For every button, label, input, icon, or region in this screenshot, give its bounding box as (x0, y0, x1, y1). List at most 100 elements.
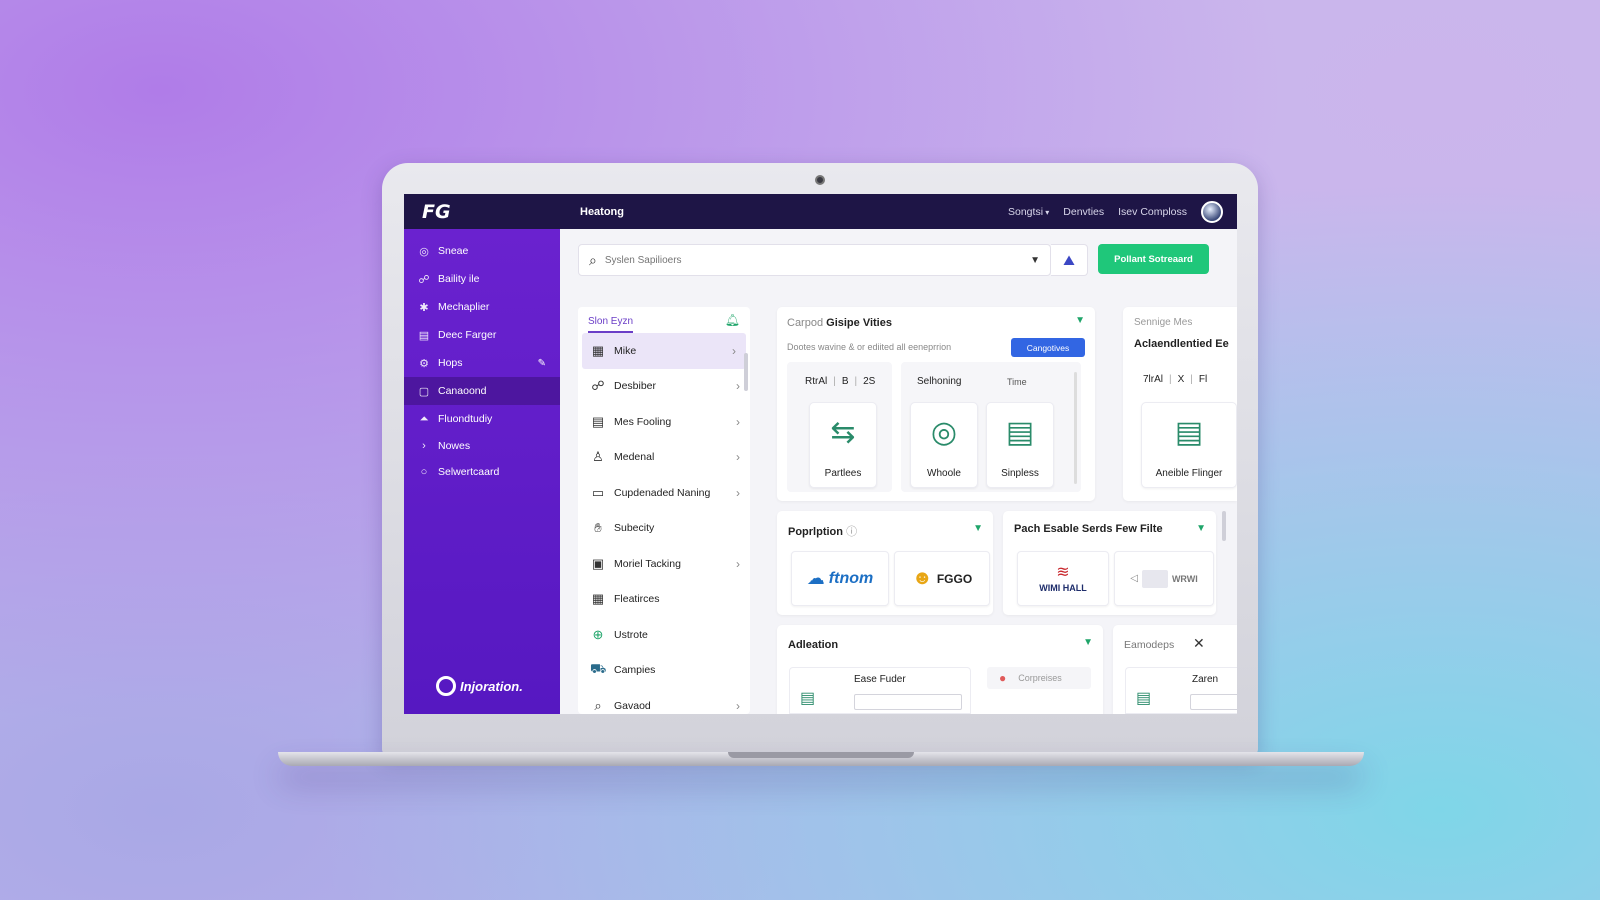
scrollbar[interactable] (744, 353, 748, 391)
list-item-label: Mike (614, 344, 637, 357)
logo-text: ftnom (828, 569, 874, 587)
text-field[interactable] (854, 694, 962, 710)
scrollbar[interactable] (1222, 511, 1226, 541)
sidebar-item[interactable]: ☍ Baility ile (404, 265, 560, 293)
laptop-notch (728, 752, 914, 758)
list-item[interactable]: ▤ Mes Fooling › (578, 404, 750, 440)
widget-tile[interactable]: ▤ Aneible Flinger (1141, 402, 1237, 488)
list-tab[interactable]: Slon Eyzn (588, 316, 634, 333)
chart-icon[interactable]: ⛰ (1051, 244, 1088, 276)
circle-icon: ○ (420, 466, 428, 478)
close-icon[interactable]: ✕ (1193, 635, 1205, 652)
card-title: Carpod Gisipe Vities (787, 317, 892, 329)
sidebar-item[interactable]: ⏶ Fluondtudiy (404, 405, 560, 433)
logo-tile[interactable]: ☻ FGGO (894, 551, 990, 606)
sidebar-item-active[interactable]: ▢ Canaoond (404, 377, 560, 405)
toolbar-text[interactable]: 2S (863, 376, 875, 387)
list-item[interactable]: ⌕ Gavaod › (578, 688, 750, 714)
laptop-base (278, 752, 1364, 766)
top-nav-link[interactable]: Denvties (1063, 206, 1104, 218)
sidebar-item-hops[interactable]: ⚙ Hops ✎ (404, 349, 560, 377)
toolbar-text[interactable]: 7lrAl (1143, 374, 1163, 385)
list-item[interactable]: ☍ Desbiber › (578, 369, 750, 405)
list-item-label: Fleatirces (614, 593, 660, 606)
logo-tile[interactable]: ◁ WRWI (1114, 551, 1214, 606)
card-title: Poprlption ⓘ (788, 523, 857, 539)
card-title-prefix: Sennige Mes (1134, 317, 1193, 328)
scrollbar[interactable] (1074, 372, 1077, 484)
asterisk-icon: ✱ (419, 301, 429, 314)
sidebar-item[interactable]: › Nowes (404, 433, 560, 459)
list-item-label: Medenal (614, 451, 655, 464)
card-title: Pach Esable Serds Few Filte (1014, 523, 1163, 535)
list-item-label: Desbiber (614, 380, 657, 393)
list-item[interactable]: ▭ Cupdenaded Naning › (578, 475, 750, 511)
chevron-down-icon[interactable]: ▼ (1075, 315, 1085, 326)
list-item[interactable]: ▣ Moriel Tacking › (578, 546, 750, 582)
monitor-icon: ▣ (591, 555, 605, 571)
list-item[interactable]: ✋︎ Subecity (578, 511, 750, 547)
search-input[interactable] (604, 254, 1023, 266)
search-bar: ⌕ ▼ (578, 244, 1051, 276)
toolbar-text[interactable]: Fl (1199, 374, 1207, 385)
users-icon: ☍ (418, 273, 430, 286)
top-nav-dropdown[interactable]: Songtsi (1008, 206, 1049, 218)
categories-button[interactable]: Cangotives (1011, 338, 1085, 357)
logo-tile[interactable]: ☁ ftnom (791, 551, 889, 606)
list-item[interactable]: ▦ Fleatirces (578, 582, 750, 618)
tile-label: Sinpless (1001, 468, 1039, 479)
field-label: Ease Fuder (854, 674, 906, 685)
logo-tile[interactable]: ≋ WIMI HALL (1017, 551, 1109, 606)
person-icon: ♙ (592, 449, 604, 465)
application-card: Adleation ▼ ▤ Ease Fuder ● Corpreises (777, 625, 1103, 714)
list-item[interactable]: ⛟ Campies (578, 653, 750, 689)
field-label: Zaren (1192, 674, 1219, 685)
list-item-label: Ustrote (614, 628, 648, 641)
avatar[interactable] (1201, 200, 1223, 223)
toolbar-divider: | (833, 376, 836, 387)
pin-icon[interactable]: ✎ (538, 358, 546, 369)
info-icon[interactable]: ⓘ (846, 526, 857, 538)
list-item[interactable]: ♙ Medenal › (578, 440, 750, 476)
bell-icon[interactable]: 🔔︎ (725, 313, 740, 327)
widget-tile[interactable]: ⇆ Partlees (809, 402, 877, 488)
sidebar-item[interactable]: ◎ Sneae (404, 237, 560, 265)
form-panel: ▤ Ease Fuder (789, 667, 971, 714)
chevron-right-icon: › (736, 556, 740, 571)
sidebar-item[interactable]: ✱ Mechaplier (404, 293, 560, 321)
toolbar-text[interactable]: RtrAl (805, 376, 827, 387)
top-nav-link[interactable]: Isev Comploss (1118, 206, 1187, 218)
text-field[interactable] (1190, 694, 1237, 710)
card-title: Aclaendlentied Ee (1134, 338, 1229, 350)
sidebar-item[interactable]: ▤ Deec Farger (404, 321, 560, 349)
widget-tile[interactable]: ▤ Sinpless (986, 402, 1054, 488)
toolbar-divider: | (1169, 374, 1172, 385)
sidebar-item[interactable]: ○ Selwertcaard (404, 459, 560, 485)
popup-card: Poprlption ⓘ ▼ ☁ ftnom ☻ FGGO (777, 511, 993, 615)
location-chip[interactable]: ● Corpreises (987, 667, 1091, 689)
chevron-down-icon[interactable]: ▼ (1196, 523, 1206, 534)
widget-tile[interactable]: ◎ Whoole (910, 402, 978, 488)
box-icon: ▢ (418, 385, 430, 398)
card-title-text: Poprlption (788, 526, 843, 538)
list-item[interactable]: ▦ Mike › (582, 333, 746, 369)
grid-icon: ▦ (591, 591, 605, 607)
app-logo[interactable]: FG (404, 201, 560, 223)
page-title: Heatong (580, 205, 624, 218)
circle-gauge-icon: ◎ (419, 245, 429, 258)
toolbar-text[interactable]: B (842, 376, 849, 387)
close-icon[interactable]: X (1178, 374, 1185, 385)
primary-action-button[interactable]: Pollant Sotreaard (1098, 244, 1209, 274)
logo-text: FGGO (936, 571, 973, 586)
brand-name: Injoration. (460, 678, 523, 694)
card-title: Eamodeps (1124, 639, 1175, 651)
chevron-down-icon[interactable]: ▼ (1083, 637, 1093, 648)
clipboard-icon: ▤ (1174, 416, 1204, 449)
gear-icon: ⚙ (419, 357, 429, 370)
chevron-down-icon[interactable]: ▼ (1030, 255, 1040, 266)
chevron-down-icon[interactable]: ▼ (973, 523, 983, 534)
list-item[interactable]: ⊕ Ustrote (578, 617, 750, 653)
list-header: Slon Eyzn 🔔︎ (578, 307, 750, 333)
card-title-main: Gisipe Vities (826, 317, 892, 329)
list-item-label: Subecity (614, 522, 655, 535)
